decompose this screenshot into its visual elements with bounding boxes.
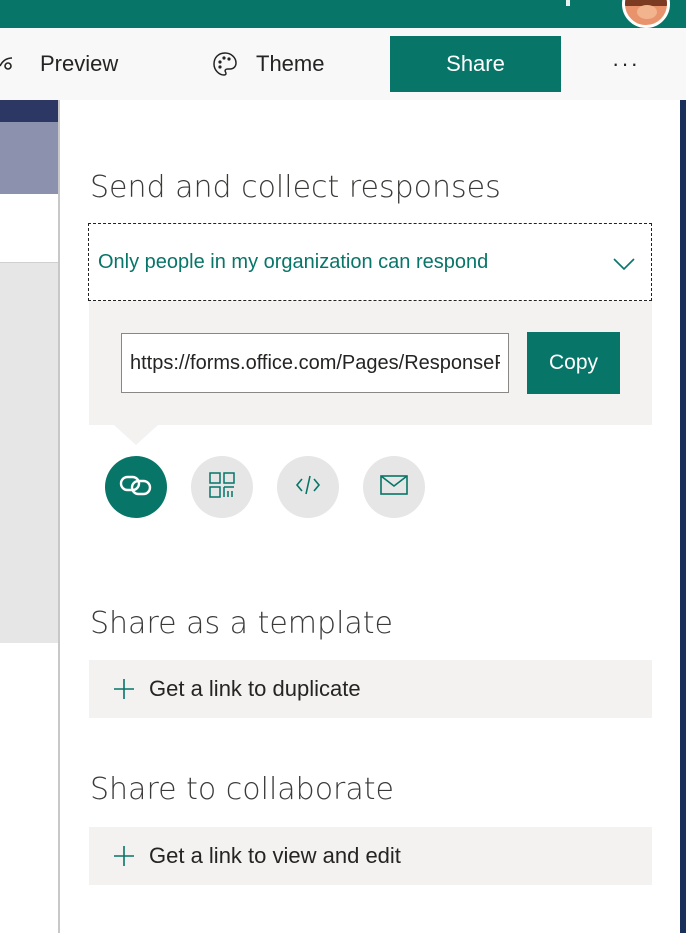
link-icon xyxy=(119,474,153,501)
plus-icon xyxy=(113,678,135,700)
embed-method-button[interactable] xyxy=(277,456,339,518)
audience-selected-value: Only people in my organization can respo… xyxy=(98,250,489,273)
qr-method-button[interactable] xyxy=(191,456,253,518)
form-banner xyxy=(0,122,58,194)
share-panel: Send and collect responses Only people i… xyxy=(60,100,680,933)
header-fragment xyxy=(566,0,570,6)
palette-icon xyxy=(212,51,238,77)
chevron-down-icon xyxy=(613,254,635,277)
edit-link-label: Get a link to view and edit xyxy=(149,843,401,868)
form-header-strip xyxy=(0,100,58,122)
eye-icon xyxy=(0,54,22,74)
preview-button[interactable]: Preview xyxy=(0,28,118,100)
plus-icon xyxy=(113,845,135,867)
window-edge xyxy=(680,100,686,933)
share-url-field[interactable] xyxy=(121,333,509,393)
more-options-button[interactable]: ··· xyxy=(612,28,640,100)
toolbar: Preview Theme Share ··· xyxy=(0,28,686,100)
link-share-area: Copy xyxy=(89,301,652,425)
embed-icon xyxy=(295,474,321,501)
duplicate-link-label: Get a link to duplicate xyxy=(149,676,361,701)
preview-label: Preview xyxy=(40,51,119,76)
link-method-button[interactable] xyxy=(105,456,167,518)
collaborate-heading: Share to collaborate xyxy=(90,772,394,807)
theme-button[interactable]: Theme xyxy=(212,28,324,100)
avatar[interactable] xyxy=(622,0,670,28)
audience-dropdown[interactable]: Only people in my organization can respo… xyxy=(88,223,652,301)
template-heading: Share as a template xyxy=(90,606,394,641)
avatar-face xyxy=(637,5,657,19)
send-heading: Send and collect responses xyxy=(90,170,501,205)
email-icon xyxy=(380,474,408,500)
qr-code-icon xyxy=(209,471,235,503)
theme-label: Theme xyxy=(256,51,325,76)
selection-pointer xyxy=(114,425,158,445)
app-header-bar xyxy=(0,0,686,28)
get-duplicate-link-button[interactable]: Get a link to duplicate xyxy=(89,660,652,718)
copy-button[interactable]: Copy xyxy=(527,332,620,394)
form-body-area xyxy=(0,262,58,643)
get-edit-link-button[interactable]: Get a link to view and edit xyxy=(89,827,652,885)
share-button[interactable]: Share xyxy=(390,36,561,92)
email-method-button[interactable] xyxy=(363,456,425,518)
